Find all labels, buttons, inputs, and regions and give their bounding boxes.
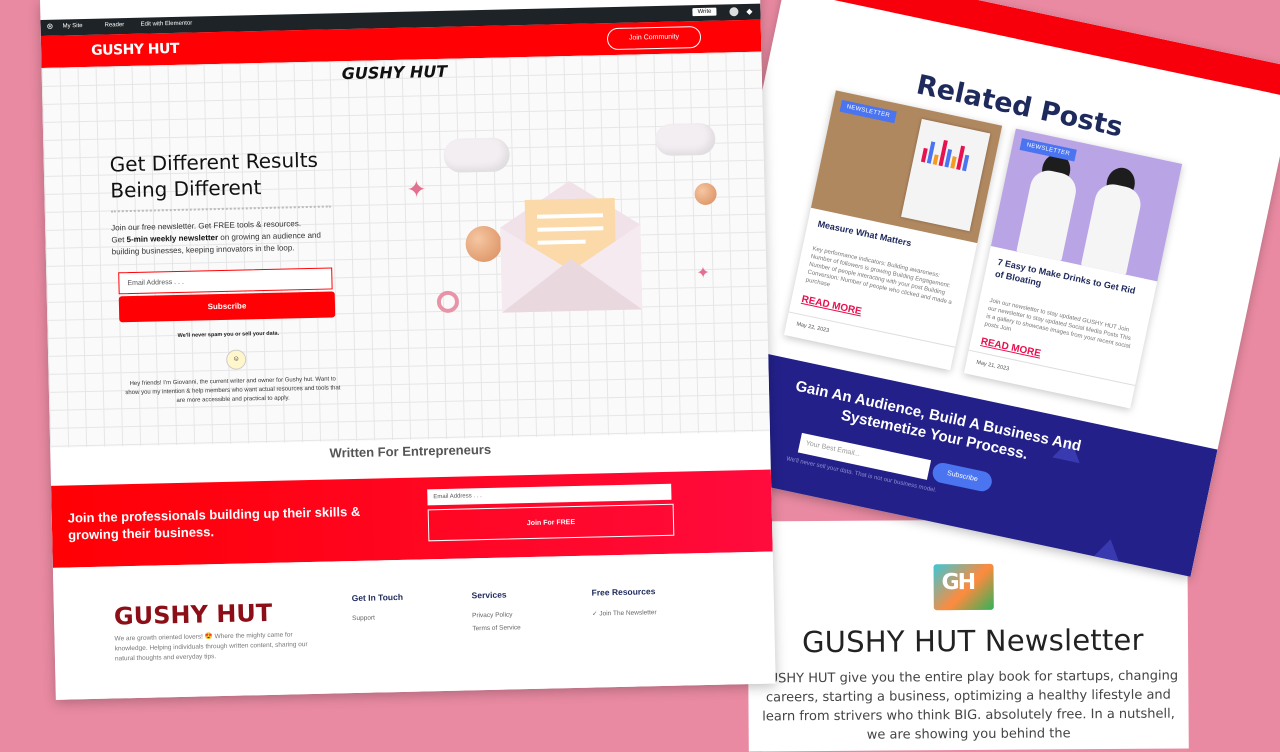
write-button[interactable]: Write <box>692 7 717 17</box>
subscribe-button[interactable]: Subscribe <box>930 461 994 494</box>
sparkle-icon: ✦ <box>406 176 427 204</box>
header-logo[interactable]: GUSHY HUT <box>91 41 179 59</box>
envelope-icon <box>500 181 643 313</box>
sparkle-icon: ✦ <box>696 264 710 283</box>
post-image-chart[interactable] <box>810 90 1003 244</box>
post-image-shirts[interactable] <box>990 128 1183 282</box>
join-community-button[interactable]: Join Community <box>606 26 702 51</box>
footer-heading: Free Resources <box>591 586 656 598</box>
site-footer: GUSHY HUT We are growth oriented lovers!… <box>52 551 776 700</box>
footer-link-support[interactable]: Support <box>352 614 403 623</box>
post-date: May 22, 2023 <box>795 321 830 335</box>
bell-icon[interactable]: ◆ <box>746 7 752 16</box>
footer-heading: Get In Touch <box>351 591 404 604</box>
no-spam-note: We'll never spam you or sell your data. <box>177 330 280 339</box>
author-bio: Hey friends! I'm Giovanni, the current w… <box>125 376 341 405</box>
wordpress-logo-icon[interactable]: ⊛ <box>46 22 53 31</box>
reader-link[interactable]: Reader <box>105 22 125 28</box>
band-title: Gain An Audience, Build A Business And S… <box>794 377 1083 464</box>
footer-column: Services Privacy Policy Terms of Service <box>472 589 521 638</box>
brand-wordmark: GUSHY HUT <box>341 61 448 84</box>
newsletter-thumbnail: GH <box>933 563 994 611</box>
cloud-icon <box>443 137 511 173</box>
email-input[interactable]: Email Address . . . <box>118 267 333 295</box>
footer-column: Get In Touch Support <box>352 592 404 628</box>
footer-logo[interactable]: GUSHY HUT <box>114 599 273 631</box>
footer-heading: Services <box>471 589 507 601</box>
author-avatar: ☺ <box>225 349 247 370</box>
related-posts-screenshot: Related Posts NEWSLETTER Measure What Ma… <box>681 0 1280 577</box>
cta-email-input[interactable]: Email Address . . . <box>427 483 672 506</box>
hero-section: GUSHY HUT Get Different Results Being Di… <box>41 51 770 448</box>
footer-link-newsletter[interactable]: ✓ Join The Newsletter <box>592 608 657 617</box>
newsletter-description: GUSHY HUT give you the entire play book … <box>758 668 1179 743</box>
sphere-icon <box>694 182 717 206</box>
edit-elementor-link[interactable]: Edit with Elementor <box>141 21 193 28</box>
hero-intro: Join our free newsletter. Get FREE tools… <box>111 219 321 257</box>
footer-column: Free Resources ✓ Join The Newsletter <box>591 586 656 623</box>
newsletter-title: GUSHY HUT Newsletter <box>801 622 1144 660</box>
footer-link-terms[interactable]: Terms of Service <box>472 624 521 632</box>
footer-description: We are growth oriented lovers! 😍 Where t… <box>114 631 308 663</box>
post-card[interactable]: NEWSLETTER Measure What Matters Key perf… <box>783 90 1003 371</box>
read-more-link[interactable]: READ MORE <box>980 336 1042 359</box>
footer-link-privacy[interactable]: Privacy Policy <box>472 611 521 619</box>
top-red-bar <box>783 0 1280 98</box>
cloud-icon <box>654 122 716 157</box>
post-card[interactable]: NEWSLETTER 7 Easy to Make Drinks to Get … <box>963 128 1183 409</box>
read-more-link[interactable]: READ MORE <box>801 294 863 317</box>
cta-text: Join the professionals building up their… <box>67 503 361 543</box>
my-site-link[interactable]: My Site <box>63 23 83 29</box>
decorative-underline <box>110 201 331 213</box>
hero-title: Get Different Results Being Different <box>109 147 319 203</box>
subscribe-button[interactable]: Subscribe <box>118 291 336 323</box>
landing-page-screenshot: ⊛ My Site Reader Edit with Elementor Wri… <box>40 0 776 700</box>
avatar[interactable] <box>729 7 739 17</box>
post-date: May 21, 2023 <box>975 359 1010 373</box>
join-free-button[interactable]: Join For FREE <box>427 503 675 542</box>
ring-icon <box>436 290 460 314</box>
